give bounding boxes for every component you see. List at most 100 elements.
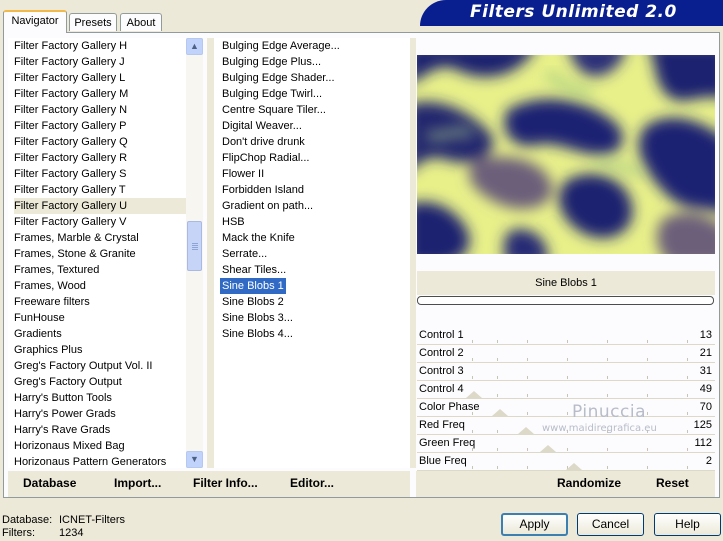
filter-item[interactable]: Sine Blobs 2 bbox=[222, 294, 410, 310]
filter-item-label: Shear Tiles... bbox=[222, 264, 287, 276]
slider-thumb[interactable] bbox=[466, 391, 482, 398]
category-item[interactable]: Filter Factory Gallery L bbox=[14, 70, 186, 86]
filter-item[interactable]: Centre Square Tiler... bbox=[222, 102, 410, 118]
control-value: 21 bbox=[699, 347, 712, 359]
category-item[interactable]: Filter Factory Gallery S bbox=[14, 166, 186, 182]
slider-tick bbox=[687, 358, 688, 361]
category-item[interactable]: Horizonaus Mixed Bag bbox=[14, 438, 186, 454]
slider-tick bbox=[567, 340, 568, 343]
category-item[interactable]: Filter Factory Gallery P bbox=[14, 118, 186, 134]
control-value: 13 bbox=[699, 329, 712, 341]
control-value: 70 bbox=[699, 401, 712, 413]
cancel-button[interactable]: Cancel bbox=[577, 513, 644, 536]
filter-item-label: HSB bbox=[222, 216, 245, 228]
tab-presets[interactable]: Presets bbox=[69, 13, 117, 31]
category-item[interactable]: Filter Factory Gallery Q bbox=[14, 134, 186, 150]
import-button[interactable]: Import... bbox=[114, 476, 161, 490]
slider-thumb[interactable] bbox=[540, 445, 556, 452]
category-item[interactable]: Frames, Textured bbox=[14, 262, 186, 278]
filter-item[interactable]: Sine Blobs 1 bbox=[220, 278, 410, 294]
filter-item[interactable]: Digital Weaver... bbox=[222, 118, 410, 134]
category-item[interactable]: Graphics Plus bbox=[14, 342, 186, 358]
divider bbox=[207, 38, 214, 468]
tab-about[interactable]: About bbox=[120, 13, 162, 31]
randomize-button[interactable]: Randomize bbox=[557, 476, 621, 490]
slider-tick bbox=[607, 448, 608, 451]
filter-item[interactable]: Shear Tiles... bbox=[222, 262, 410, 278]
category-item[interactable]: Greg's Factory Output Vol. II bbox=[14, 358, 186, 374]
app-title: Filters Unlimited 2.0 bbox=[470, 2, 677, 22]
filter-item[interactable]: Sine Blobs 4... bbox=[222, 326, 410, 342]
category-item[interactable]: Gradients bbox=[14, 326, 186, 342]
category-item[interactable]: Harry's Rave Grads bbox=[14, 422, 186, 438]
editor-button[interactable]: Editor... bbox=[290, 476, 334, 490]
category-item[interactable]: Filter Factory Gallery R bbox=[14, 150, 186, 166]
category-scrollbar[interactable]: ▲ ▼ bbox=[186, 38, 203, 468]
category-item[interactable]: Filter Factory Gallery V bbox=[14, 214, 186, 230]
filter-item[interactable]: Mack the Knife bbox=[222, 230, 410, 246]
help-button[interactable]: Help bbox=[654, 513, 721, 536]
control-row[interactable]: Control 3 31 bbox=[417, 362, 715, 381]
chevron-up-icon: ▲ bbox=[190, 41, 199, 51]
apply-button[interactable]: Apply bbox=[501, 513, 568, 536]
control-row[interactable]: Green Freq 112 bbox=[417, 434, 715, 453]
control-value: 31 bbox=[699, 365, 712, 377]
control-row[interactable]: Control 4 49 bbox=[417, 380, 715, 399]
category-item[interactable]: FunHouse bbox=[14, 310, 186, 326]
filter-item-label: Sine Blobs 4... bbox=[222, 328, 293, 340]
category-item[interactable]: Frames, Marble & Crystal bbox=[14, 230, 186, 246]
filter-item-label: Bulging Edge Twirl... bbox=[222, 88, 323, 100]
category-item[interactable]: Filter Factory Gallery U bbox=[14, 198, 186, 214]
slider-thumb[interactable] bbox=[566, 463, 582, 470]
category-item[interactable]: Filter Factory Gallery N bbox=[14, 102, 186, 118]
category-item[interactable]: Filter Factory Gallery T bbox=[14, 182, 186, 198]
filter-item[interactable]: Serrate... bbox=[222, 246, 410, 262]
filter-item[interactable]: Don't drive drunk bbox=[222, 134, 410, 150]
category-item[interactable]: Filter Factory Gallery H bbox=[14, 38, 186, 54]
filter-item[interactable]: Flower II bbox=[222, 166, 410, 182]
category-item[interactable]: Freeware filters bbox=[14, 294, 186, 310]
slider-tick bbox=[497, 376, 498, 379]
category-item[interactable]: Filter Factory Gallery J bbox=[14, 54, 186, 70]
filter-item[interactable]: Bulging Edge Plus... bbox=[222, 54, 410, 70]
control-row[interactable]: Control 2 21 bbox=[417, 344, 715, 363]
filter-item[interactable]: FlipChop Radial... bbox=[222, 150, 410, 166]
slider-tick bbox=[472, 466, 473, 469]
slider-tick bbox=[472, 340, 473, 343]
slider-tick bbox=[567, 448, 568, 451]
filter-item-label: Mack the Knife bbox=[222, 232, 295, 244]
filter-item[interactable]: Bulging Edge Shader... bbox=[222, 70, 410, 86]
database-button[interactable]: Database bbox=[23, 476, 76, 490]
category-item[interactable]: Frames, Wood bbox=[14, 278, 186, 294]
slider-thumb[interactable] bbox=[518, 427, 534, 434]
slider-tick bbox=[687, 448, 688, 451]
filter-item[interactable]: Forbidden Island bbox=[222, 182, 410, 198]
control-row[interactable]: Control 1 13 bbox=[417, 326, 715, 345]
scroll-up-button[interactable]: ▲ bbox=[186, 38, 203, 55]
category-item[interactable]: Harry's Power Grads bbox=[14, 406, 186, 422]
category-item[interactable]: Frames, Stone & Granite bbox=[14, 246, 186, 262]
filter-item[interactable]: Bulging Edge Average... bbox=[222, 38, 410, 54]
category-item[interactable]: Greg's Factory Output bbox=[14, 374, 186, 390]
filter-item[interactable]: Gradient on path... bbox=[222, 198, 410, 214]
filter-info-button[interactable]: Filter Info... bbox=[193, 476, 258, 490]
control-row[interactable]: Color Phase 70 bbox=[417, 398, 715, 417]
slider-tick bbox=[497, 394, 498, 397]
control-label: Green Freq bbox=[419, 437, 476, 449]
filter-item-label: Don't drive drunk bbox=[222, 136, 305, 148]
slider-thumb[interactable] bbox=[492, 409, 508, 416]
category-item[interactable]: Harry's Button Tools bbox=[14, 390, 186, 406]
filter-item[interactable]: Sine Blobs 3... bbox=[222, 310, 410, 326]
category-list[interactable]: Filter Factory Gallery H Filter Factory G… bbox=[8, 38, 186, 468]
scroll-thumb[interactable] bbox=[187, 221, 202, 271]
category-item[interactable]: Horizonaus Pattern Generators bbox=[14, 454, 186, 468]
filter-item[interactable]: HSB bbox=[222, 214, 410, 230]
tab-navigator[interactable]: Navigator bbox=[3, 10, 67, 33]
filter-list[interactable]: Bulging Edge Average... Bulging Edge Plus… bbox=[214, 38, 410, 468]
reset-button[interactable]: Reset bbox=[656, 476, 689, 490]
scroll-down-button[interactable]: ▼ bbox=[186, 451, 203, 468]
filter-item[interactable]: Bulging Edge Twirl... bbox=[222, 86, 410, 102]
slider-tick bbox=[497, 340, 498, 343]
category-item[interactable]: Filter Factory Gallery M bbox=[14, 86, 186, 102]
slider-tick bbox=[647, 358, 648, 361]
